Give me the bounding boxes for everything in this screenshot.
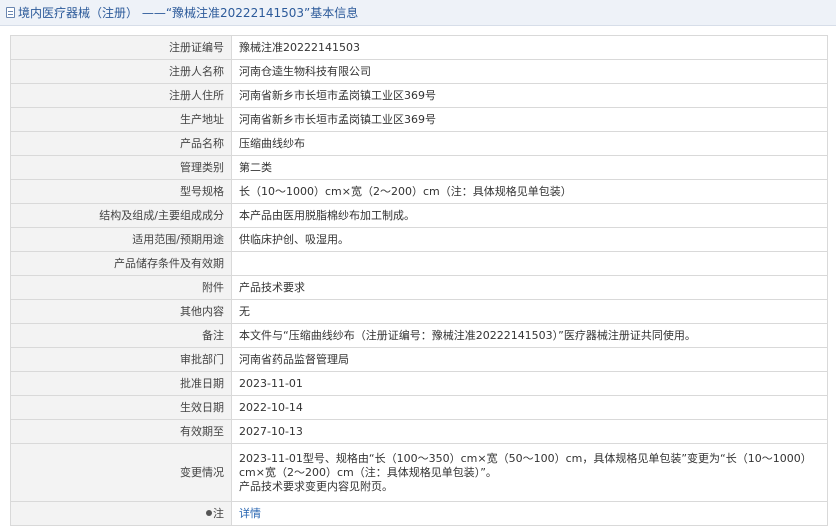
document-icon: [6, 7, 15, 18]
info-table: 注册证编号 豫械注准20222141503 注册人名称 河南仓逵生物科技有限公司…: [10, 35, 828, 526]
row-value-management-class: 第二类: [231, 155, 828, 180]
table-row-5: 管理类别 第二类: [10, 155, 828, 180]
row-label-model-spec: 型号规格: [10, 179, 232, 204]
row-value-attachment: 产品技术要求: [231, 275, 828, 300]
table-row-8: 适用范围/预期用途 供临床护创、吸湿用。: [10, 227, 828, 252]
row-value-intended-use: 供临床护创、吸湿用。: [231, 227, 828, 252]
page-title: 境内医疗器械（注册） ——“豫械注准20222141503”基本信息: [18, 6, 359, 20]
row-label-effective-date: 生效日期: [10, 395, 232, 420]
change-note: 产品技术要求变更内容见附页。: [239, 479, 393, 493]
note-label-text: 注: [213, 506, 224, 520]
row-label-registrant-address: 注册人住所: [10, 83, 232, 108]
row-value-storage-conditions: [231, 251, 828, 276]
table-row-16: 有效期至 2027-10-13: [10, 419, 828, 444]
row-value-approval-department: 河南省药品监督管理局: [231, 347, 828, 372]
row-label-changes: 变更情况: [10, 443, 232, 502]
table-row-15: 生效日期 2022-10-14: [10, 395, 828, 420]
table-row-9: 产品储存条件及有效期: [10, 251, 828, 276]
page: 境内医疗器械（注册） ——“豫械注准20222141503”基本信息 注册证编号…: [0, 0, 836, 531]
row-value-registrant-address: 河南省新乡市长垣市孟岗镇工业区369号: [231, 83, 828, 108]
row-label-registration-number: 注册证编号: [10, 35, 232, 60]
row-label-intended-use: 适用范围/预期用途: [10, 227, 232, 252]
row-label-approval-department: 审批部门: [10, 347, 232, 372]
table-row-0: 注册证编号 豫械注准20222141503: [10, 35, 828, 60]
table-row-changes: 变更情况 2023-11-01型号、规格由“长（100～350）cm×宽（50～…: [10, 443, 828, 502]
info-table-body: 注册证编号 豫械注准20222141503 注册人名称 河南仓逵生物科技有限公司…: [10, 35, 828, 526]
table-row-12: 备注 本文件与“压缩曲线纱布（注册证编号：豫械注准20222141503）”医疗…: [10, 323, 828, 348]
row-label-attachment: 附件: [10, 275, 232, 300]
table-row-7: 结构及组成/主要组成成分 本产品由医用脱脂棉纱布加工制成。: [10, 203, 828, 228]
row-value-note: 详情: [231, 501, 828, 526]
row-label-approval-date: 批准日期: [10, 371, 232, 396]
row-value-model-spec: 长（10～1000）cm×宽（2～200）cm（注：具体规格见单包装）: [231, 179, 828, 204]
table-row-1: 注册人名称 河南仓逵生物科技有限公司: [10, 59, 828, 84]
table-row-3: 生产地址 河南省新乡市长垣市孟岗镇工业区369号: [10, 107, 828, 132]
row-value-other-content: 无: [231, 299, 828, 324]
row-value-registration-number: 豫械注准20222141503: [231, 35, 828, 60]
change-description: 2023-11-01型号、规格由“长（100～350）cm×宽（50～100）c…: [239, 451, 812, 479]
table-row-2: 注册人住所 河南省新乡市长垣市孟岗镇工业区369号: [10, 83, 828, 108]
row-label-production-address: 生产地址: [10, 107, 232, 132]
row-value-valid-until: 2027-10-13: [231, 419, 828, 444]
page-header: 境内医疗器械（注册） ——“豫械注准20222141503”基本信息: [0, 0, 836, 26]
table-row-10: 附件 产品技术要求: [10, 275, 828, 300]
table-row-14: 批准日期 2023-11-01: [10, 371, 828, 396]
table-row-4: 产品名称 压缩曲线纱布: [10, 131, 828, 156]
table-row-6: 型号规格 长（10～1000）cm×宽（2～200）cm（注：具体规格见单包装）: [10, 179, 828, 204]
row-value-product-name: 压缩曲线纱布: [231, 131, 828, 156]
row-value-effective-date: 2022-10-14: [231, 395, 828, 420]
row-label-valid-until: 有效期至: [10, 419, 232, 444]
row-label-storage-conditions: 产品储存条件及有效期: [10, 251, 232, 276]
row-value-production-address: 河南省新乡市长垣市孟岗镇工业区369号: [231, 107, 828, 132]
row-value-changes: 2023-11-01型号、规格由“长（100～350）cm×宽（50～100）c…: [231, 443, 828, 502]
row-value-structure-composition: 本产品由医用脱脂棉纱布加工制成。: [231, 203, 828, 228]
row-label-product-name: 产品名称: [10, 131, 232, 156]
bullet-dot-icon: [206, 509, 212, 516]
row-label-remarks: 备注: [10, 323, 232, 348]
row-label-note: 注: [10, 501, 232, 526]
table-row-note: 注 详情: [10, 501, 828, 526]
row-value-registrant-name: 河南仓逵生物科技有限公司: [231, 59, 828, 84]
row-label-management-class: 管理类别: [10, 155, 232, 180]
row-label-structure-composition: 结构及组成/主要组成成分: [10, 203, 232, 228]
row-value-remarks: 本文件与“压缩曲线纱布（注册证编号：豫械注准20222141503）”医疗器械注…: [231, 323, 828, 348]
row-value-approval-date: 2023-11-01: [231, 371, 828, 396]
row-label-other-content: 其他内容: [10, 299, 232, 324]
details-link[interactable]: 详情: [239, 507, 261, 520]
table-row-13: 审批部门 河南省药品监督管理局: [10, 347, 828, 372]
table-row-11: 其他内容 无: [10, 299, 828, 324]
row-label-registrant-name: 注册人名称: [10, 59, 232, 84]
